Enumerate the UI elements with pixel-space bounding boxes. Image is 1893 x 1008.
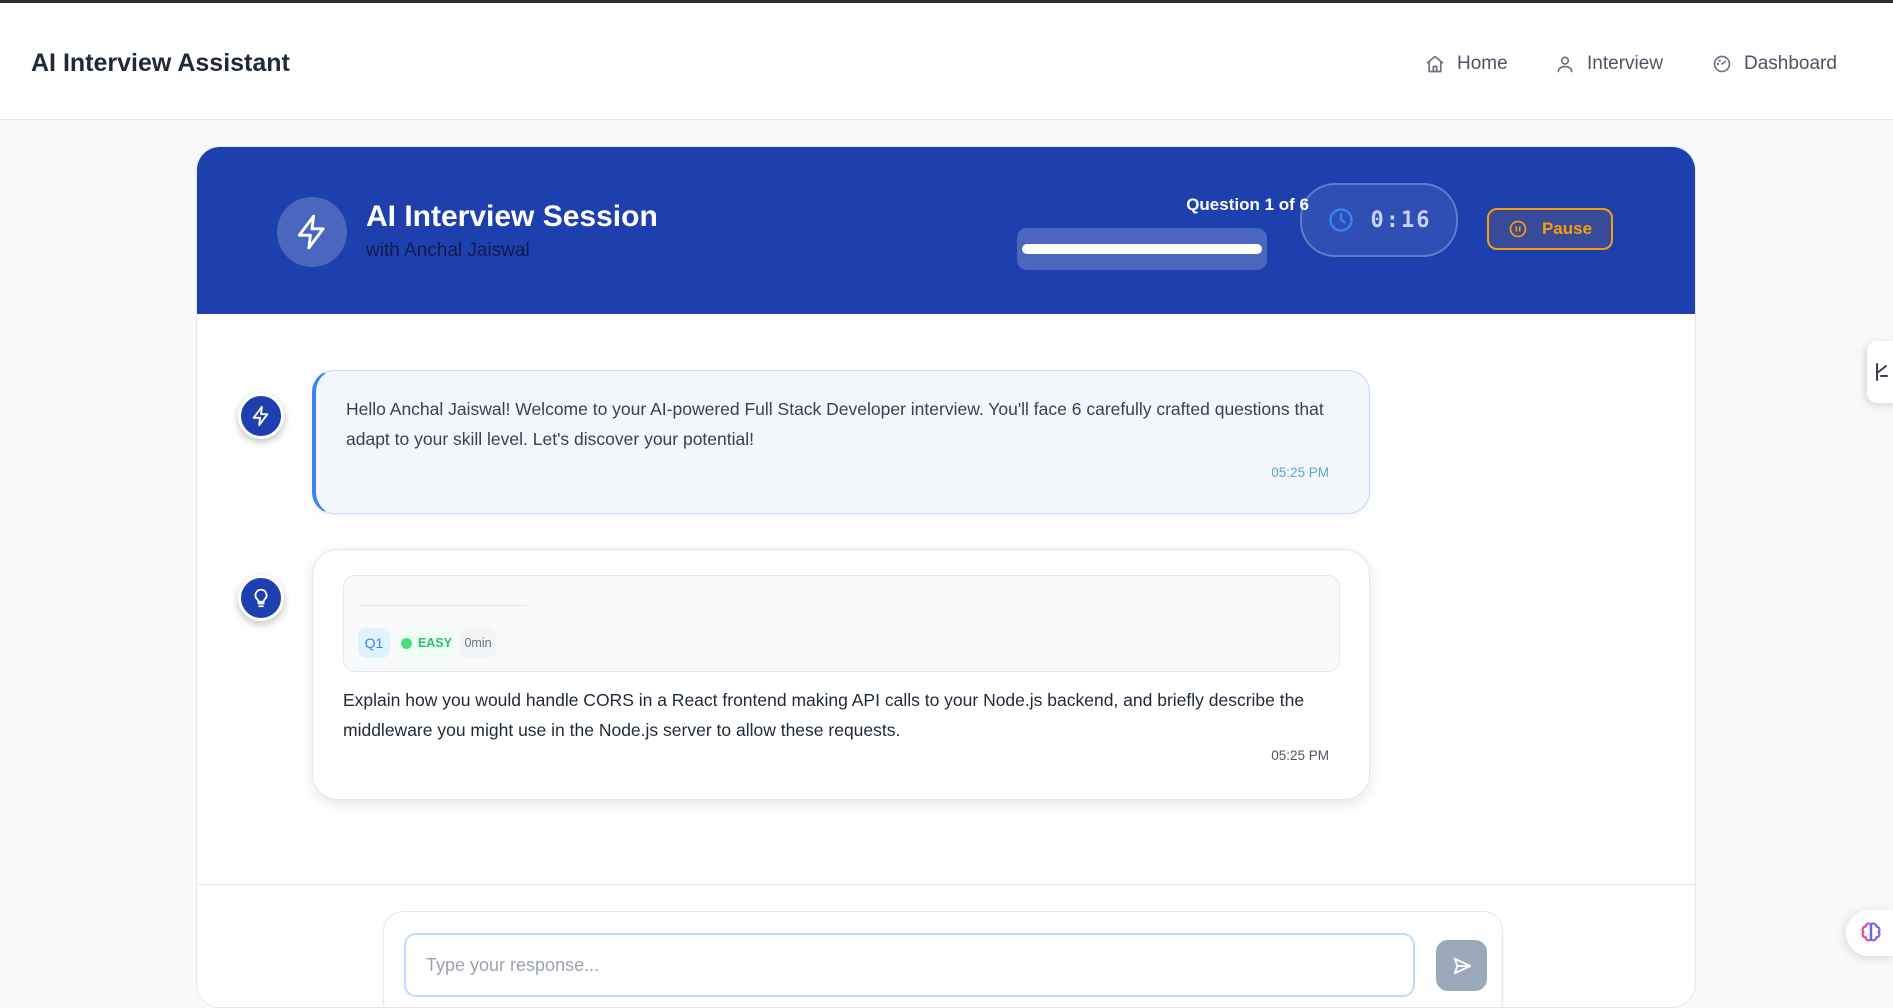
clock-icon [1328,208,1353,232]
question-message: Q1 EASY 0min Explain how you would handl… [312,549,1370,800]
ai-avatar [238,393,284,439]
lightbulb-icon [254,588,268,608]
message-timestamp: 05:25 PM [1271,465,1329,480]
send-icon [1453,957,1471,974]
question-text: Explain how you would handle CORS in a R… [343,690,1305,740]
meta-divider [359,605,527,606]
timer-value: 0:16 [1370,207,1432,233]
response-input[interactable] [404,933,1415,997]
send-button[interactable] [1436,940,1487,991]
session-icon [277,197,347,267]
brand-title[interactable]: AI Interview Assistant [31,49,290,78]
question-meta-panel: Q1 EASY 0min [343,575,1340,672]
collapse-icon [1876,363,1888,381]
welcome-message: Hello Anchal Jaiswal! Welcome to your AI… [312,370,1370,514]
gauge-icon [1713,55,1731,73]
home-icon [1426,55,1444,73]
nav-interview[interactable]: Interview [1555,53,1663,75]
brain-icon [1861,922,1881,942]
session-title: AI Interview Session [366,200,658,233]
difficulty-label: EASY [417,636,453,650]
difficulty-badge: EASY [399,628,454,658]
nav-interview-label: Interview [1587,53,1664,74]
progress-track [1017,228,1267,270]
composer-box [383,911,1503,1007]
navbar: AI Interview Assistant Home Interview Da… [0,3,1893,120]
lightning-icon [297,214,325,250]
assistant-launcher[interactable] [1846,910,1893,956]
session-header: AI Interview Session with Anchal Jaiswal… [197,147,1695,314]
lightning-icon [252,405,269,427]
timer: 0:16 [1300,183,1458,257]
duration-tag: 0min [460,628,496,658]
welcome-message-text: Hello Anchal Jaiswal! Welcome to your AI… [346,399,1324,449]
session-subtitle: with Anchal Jaiswal [366,240,530,261]
user-icon [1557,56,1573,73]
difficulty-dot-icon [400,637,412,649]
pause-label: Pause [1541,219,1593,238]
pause-button[interactable]: Pause [1487,208,1613,250]
progress-fill [1022,244,1262,254]
nav-home-label: Home [1457,53,1508,74]
question-avatar [238,575,284,621]
message-timestamp: 05:25 PM [1271,748,1329,763]
interview-card: AI Interview Session with Anchal Jaiswal… [196,146,1696,1008]
side-panel-toggle[interactable] [1867,341,1893,403]
nav-dashboard[interactable]: Dashboard [1712,53,1837,75]
nav-dashboard-label: Dashboard [1744,53,1837,74]
pause-icon [1509,220,1527,238]
composer-area [197,884,1695,1007]
nav-home[interactable]: Home [1425,53,1508,75]
question-number-tag: Q1 [358,628,390,658]
question-counter: Question 1 of 6 [1186,195,1309,214]
